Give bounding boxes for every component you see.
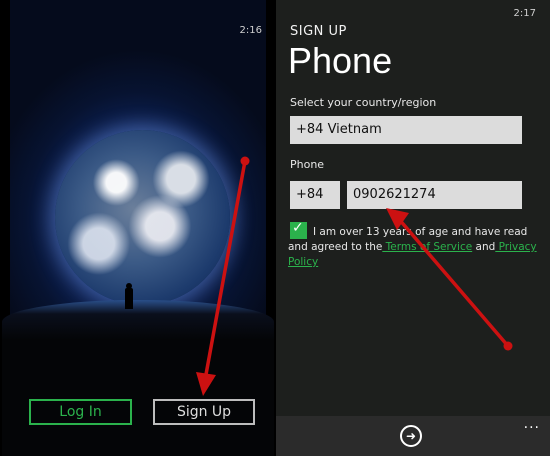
arrow-right-circle-icon: ➜ <box>405 429 417 443</box>
person-silhouette <box>125 283 133 309</box>
page-subtitle: SIGN UP <box>290 24 347 39</box>
terms-of-service-link[interactable]: Terms of Service <box>382 241 473 253</box>
planet-horizon <box>2 300 274 456</box>
country-select[interactable]: +84 Vietnam <box>290 116 522 144</box>
country-label: Select your country/region <box>290 96 437 109</box>
signup-phone-screen: 2:17 SIGN UP Phone Select your country/r… <box>276 0 550 456</box>
earth-image <box>55 130 230 305</box>
signup-button[interactable]: Sign Up <box>153 399 255 425</box>
terms-text: I am over 13 years of age and have read … <box>288 225 538 270</box>
next-button[interactable]: ➜ <box>400 425 422 447</box>
status-clock: 2:17 <box>513 8 536 19</box>
status-clock: 2:16 <box>239 25 262 36</box>
phone-number-input[interactable]: 0902621274 <box>347 181 522 209</box>
terms-and: and <box>472 241 496 253</box>
login-button[interactable]: Log In <box>29 399 132 425</box>
welcome-screen: 2:16 Log In Sign Up <box>0 0 276 456</box>
more-menu[interactable]: ... <box>524 416 540 432</box>
page-title: Phone <box>288 40 393 81</box>
country-code-field[interactable]: +84 <box>290 181 340 209</box>
phone-label: Phone <box>290 158 325 171</box>
app-bar: ➜ ... <box>276 416 550 456</box>
